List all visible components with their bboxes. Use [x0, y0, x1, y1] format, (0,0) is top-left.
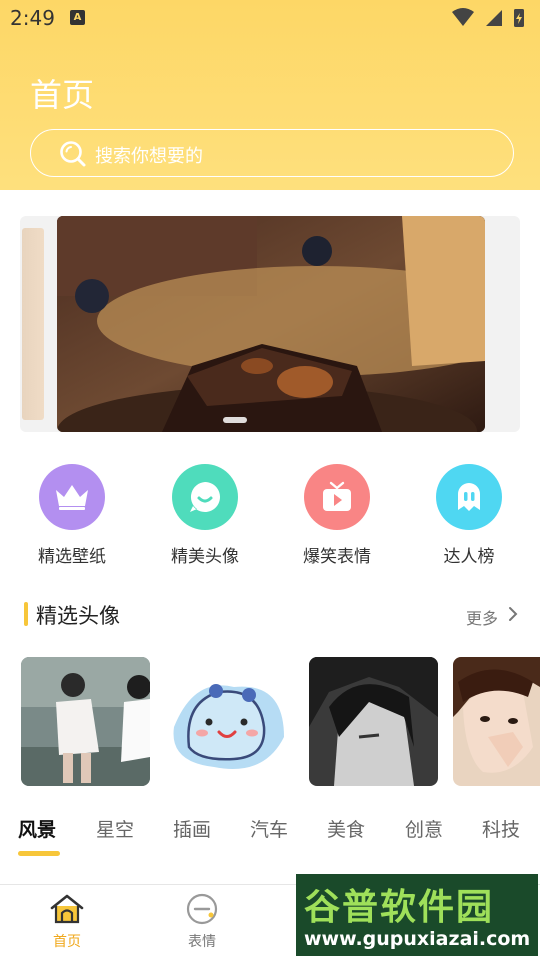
tab-tech[interactable]: 科技 — [482, 815, 520, 842]
nav-label: 首页 — [53, 934, 81, 950]
status-time: 2:49 — [10, 6, 55, 30]
ghost-icon — [436, 464, 502, 530]
carousel-indicator — [223, 417, 247, 423]
avatar-thumb[interactable] — [164, 657, 293, 786]
chevron-right-icon[interactable] — [508, 606, 518, 622]
category-wallpaper[interactable]: 精选壁纸 — [22, 464, 122, 567]
section-title: 精选头像 — [36, 604, 120, 628]
category-label: 爆笑表情 — [303, 547, 371, 567]
section-accent-bar — [24, 602, 28, 626]
avatar-thumb[interactable] — [21, 657, 150, 786]
signal-icon — [486, 10, 502, 26]
category-label: 达人榜 — [443, 547, 495, 567]
banner-prev-slide[interactable] — [22, 228, 44, 420]
tab-food[interactable]: 美食 — [327, 815, 365, 842]
nav-emoji[interactable]: 表情 — [162, 893, 242, 951]
banner-cake-illustration — [57, 216, 485, 432]
active-tab-indicator — [18, 851, 60, 856]
tab-illustration[interactable]: 插画 — [173, 815, 211, 842]
nav-label: 表情 — [188, 934, 216, 950]
crown-icon — [39, 464, 105, 530]
notification-icon: A — [70, 10, 85, 25]
tab-scenery[interactable]: 风景 — [18, 815, 56, 842]
avatar-thumb[interactable] — [453, 657, 540, 786]
category-avatar[interactable]: 精美头像 — [155, 464, 255, 567]
avatar-thumb[interactable] — [309, 657, 438, 786]
emoji-icon — [186, 893, 218, 925]
wifi-icon — [452, 8, 474, 26]
video-play-icon — [304, 464, 370, 530]
watermark-url: www.gupuxiazai.com — [304, 928, 531, 950]
tab-car[interactable]: 汽车 — [250, 815, 288, 842]
search-placeholder: 搜索你想要的 — [95, 146, 203, 167]
search-icon — [60, 141, 86, 167]
header: 2:49 A 首页 搜索你想要的 — [0, 0, 540, 190]
category-label: 精选壁纸 — [38, 547, 106, 567]
category-emoji[interactable]: 爆笑表情 — [287, 464, 387, 567]
home-icon — [50, 894, 84, 924]
more-link[interactable]: 更多 — [466, 605, 498, 629]
nav-home[interactable]: 首页 — [27, 893, 107, 951]
watermark-logo-text: 谷普软件园 — [304, 887, 495, 928]
chat-bubble-icon — [172, 464, 238, 530]
site-watermark: 谷普软件园 www.gupuxiazai.com — [296, 874, 538, 956]
status-bar: 2:49 A — [0, 0, 540, 36]
search-input[interactable]: 搜索你想要的 — [30, 129, 514, 177]
category-tabs: 风景 星空 插画 汽车 美食 创意 科技 — [0, 815, 540, 859]
status-icons — [452, 8, 524, 27]
page-title: 首页 — [30, 76, 95, 114]
category-ranking[interactable]: 达人榜 — [419, 464, 519, 567]
tab-creative[interactable]: 创意 — [405, 815, 443, 842]
category-label: 精美头像 — [171, 547, 239, 567]
banner-image[interactable] — [57, 216, 485, 432]
tab-starry-sky[interactable]: 星空 — [96, 815, 134, 842]
banner-carousel[interactable] — [20, 216, 520, 432]
